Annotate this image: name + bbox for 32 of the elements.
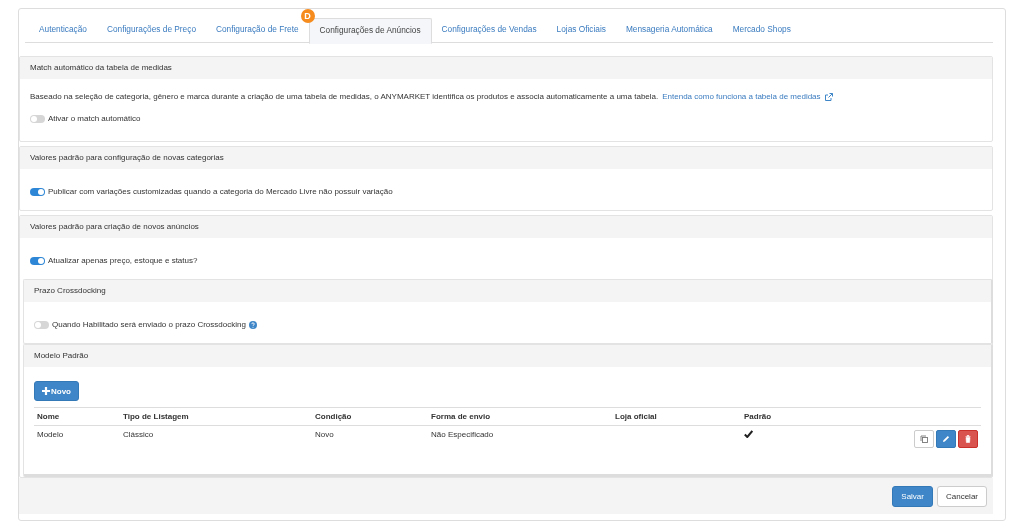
panel-title: Match automático da tabela de medidas bbox=[20, 57, 992, 79]
column-header: Forma de envio bbox=[428, 407, 612, 426]
toggle-label: Publicar com variações customizadas quando a categoria do Mercado Livre não possuir variação bbox=[48, 186, 393, 198]
panel-title: Valores padrão para criação de novos anúncios bbox=[20, 216, 992, 238]
toggle-label: Quando Habilitado será enviado o prazo Crossdocking bbox=[52, 319, 246, 331]
column-header: Loja oficial bbox=[612, 407, 741, 426]
toggle-label: Ativar o match automático bbox=[48, 113, 141, 125]
panel-title: Prazo Crossdocking bbox=[24, 280, 991, 302]
toggle-label: Atualizar apenas preço, estoque e status? bbox=[48, 255, 198, 267]
tab[interactable]: Mercado Shops bbox=[722, 18, 801, 42]
cancel-button[interactable]: Cancelar bbox=[937, 486, 987, 507]
panel-title: Modelo Padrão bbox=[24, 345, 991, 367]
column-header: Condição bbox=[312, 407, 428, 426]
tab[interactable]: Mensageria Automática bbox=[615, 18, 723, 42]
badge: D bbox=[300, 9, 315, 23]
new-button[interactable]: Novo bbox=[34, 381, 79, 401]
panel-title: Valores padrão para configuração de novas categorias bbox=[20, 147, 992, 169]
tab[interactable]: Lojas Oficiais bbox=[546, 18, 616, 42]
tab[interactable]: Autenticação bbox=[29, 18, 97, 42]
column-header: Padrão bbox=[741, 407, 817, 426]
help-link[interactable]: Entenda como funciona a tabela de medidas bbox=[662, 91, 821, 103]
tab[interactable]: Configurações de Preço bbox=[97, 18, 206, 42]
column-header: Nome bbox=[34, 407, 120, 426]
tab[interactable]: Configurações de Anúncios bbox=[308, 18, 432, 44]
column-header: Tipo de Listagem bbox=[120, 407, 312, 426]
save-button[interactable]: Salvar bbox=[892, 486, 933, 507]
table-cell: Clássico bbox=[120, 425, 312, 452]
description-text: Baseado na seleção de categoria, gênero e marca durante a criação de uma tabela de medidas, o ANYMARKET identifica os produtos e associa automaticamente a uma tabela. bbox=[30, 91, 659, 103]
table-cell: Modelo bbox=[34, 425, 120, 452]
table-cell: Novo bbox=[312, 425, 428, 452]
table-cell: Não Especificado bbox=[428, 425, 612, 452]
tab[interactable]: Configurações de Vendas bbox=[431, 18, 547, 42]
